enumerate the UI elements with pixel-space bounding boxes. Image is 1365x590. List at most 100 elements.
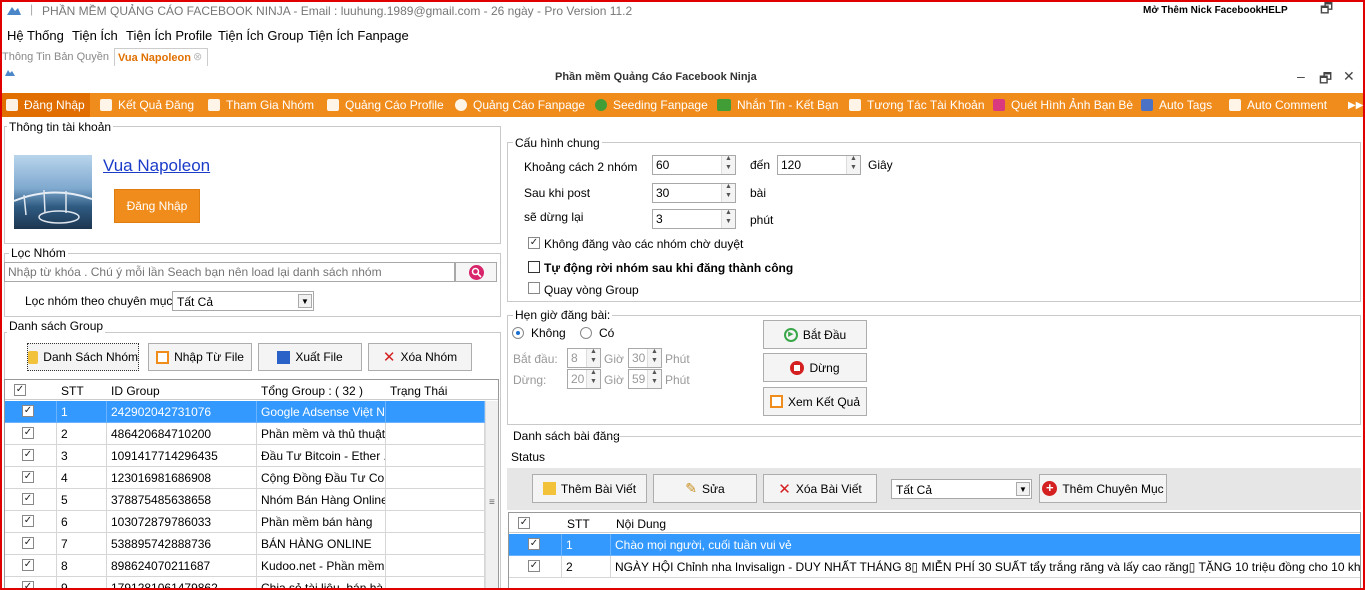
table-row[interactable]: ✓ 4 123016981686908 Cộng Đồng Đầu Tư Coin [5,467,485,489]
stepper-arrows-icon[interactable] [586,369,600,388]
post-category-select[interactable]: Tất Cả ▼ [891,479,1032,499]
nav-quet-hinh-anh[interactable]: Quét Hình Ảnh Bạn Bè [993,93,1133,117]
account-name-link[interactable]: Vua Napoleon [103,156,210,176]
row-checkbox[interactable]: ✓ [22,449,34,461]
stepper-arrows-icon[interactable] [721,155,735,174]
add-nick-link[interactable]: Mở Thêm Nick Facebook [1143,5,1261,16]
cell-id-group: 486420684710200 [107,423,257,445]
gap-from-stepper[interactable]: 60 [652,155,736,175]
row-checkbox[interactable]: ✓ [528,538,540,550]
posts-select-all-checkbox[interactable]: ✓ [518,517,530,529]
stepper-arrows-icon[interactable] [586,348,600,367]
row-checkbox[interactable]: ✓ [22,493,34,505]
menu-tien-ich-fanpage[interactable]: Tiện Ích Fanpage [308,28,409,43]
row-checkbox[interactable]: ✓ [22,405,34,417]
menu-he-thong[interactable]: Hệ Thống [7,28,64,43]
gap-to-stepper[interactable]: 120 [777,155,861,175]
row-checkbox[interactable]: ✓ [22,581,34,589]
row-checkbox[interactable]: ✓ [22,471,34,483]
start-minute-stepper[interactable]: 30 [628,348,662,368]
restore-icon[interactable]: 🗗 [1320,0,1333,22]
group-search-input[interactable] [4,262,455,282]
loop-group-checkbox[interactable] [528,282,540,294]
add-post-button[interactable]: Thêm Bài Viết [532,474,647,503]
nav-tuong-tac-tai-khoan[interactable]: Tương Tác Tài Khoản [849,93,985,117]
start-hour-stepper[interactable]: 8 [567,348,601,368]
nav-quang-cao-profile[interactable]: Quảng Cáo Profile [327,93,444,117]
pause-stepper[interactable]: 3 [652,209,736,229]
no-pending-checkbox[interactable]: ✓ [528,237,540,249]
category-filter-select[interactable]: Tất Cả ▼ [172,291,314,311]
nav-auto-comment[interactable]: Auto Comment [1229,93,1327,117]
group-table-scrollbar[interactable]: ≡ [485,401,498,589]
menu-tien-ich-profile[interactable]: Tiện Ích Profile [126,28,212,43]
view-results-button[interactable]: Xem Kết Quả [763,387,867,416]
nav-ket-qua-dang[interactable]: Kết Quả Đăng [100,93,194,117]
edit-post-button[interactable]: ✎ Sửa [653,474,757,503]
stop-minute-stepper[interactable]: 59 [628,369,662,389]
tab-vua-napoleon[interactable]: Vua Napoleon ⊗ [114,48,208,66]
row-checkbox[interactable]: ✓ [528,560,540,572]
stop-button[interactable]: Dừng [763,353,867,382]
table-row[interactable]: ✓ 1 Chào mọi người, cuối tuần vui vẻ [509,534,1360,556]
nav-nhan-tin-ket-ban[interactable]: Nhắn Tin - Kết Bạn [717,93,838,117]
table-row[interactable]: ✓ 6 103072879786033 Phần mềm bán hàng [5,511,485,533]
nav-auto-tags[interactable]: Auto Tags [1141,93,1212,117]
stepper-arrows-icon[interactable] [647,369,661,388]
feature-nav-bar: Đăng Nhập Kết Quả Đăng Tham Gia Nhóm Quả… [0,93,1365,117]
stepper-arrows-icon[interactable] [846,155,860,174]
nav-more-arrow[interactable]: ▶▶ [1348,93,1363,117]
close-window-icon[interactable]: ✕ [1343,68,1355,85]
table-row[interactable]: ✓ 1 242902042731076 Google Adsense Việt N..… [5,401,485,423]
chevron-down-icon[interactable]: ▼ [1016,482,1030,496]
search-button[interactable] [455,262,497,282]
table-row[interactable]: ✓ 3 1091417714296435 Đầu Tư Bitcoin - Ether… [5,445,485,467]
button-label: Xóa Bài Viết [795,481,862,496]
cell-stt: 3 [57,445,107,467]
nav-dang-nhap[interactable]: Đăng Nhập [0,93,90,117]
no-pending-label: Không đăng vào các nhóm chờ duyệt [544,237,744,251]
nav-tham-gia-nhom[interactable]: Tham Gia Nhóm [208,93,314,117]
group-list-legend: Danh sách Group [7,319,106,333]
stop-label: Dừng: [513,373,547,387]
group-list-button[interactable]: Danh Sách Nhóm [27,343,139,371]
row-checkbox[interactable]: ✓ [22,559,34,571]
help-link[interactable]: HELP [1261,5,1288,16]
row-checkbox[interactable]: ✓ [22,427,34,439]
nav-seeding-fanpage[interactable]: Seeding Fanpage [595,93,708,117]
row-checkbox[interactable]: ✓ [22,515,34,527]
delete-post-button[interactable]: ✕ Xóa Bài Viết [763,474,877,503]
menu-tien-ich-group[interactable]: Tiện Ích Group [218,28,304,43]
schedule-yes-radio[interactable] [580,327,592,339]
stepper-value: 30 [632,351,646,365]
tab-thong-tin-ban-quyen[interactable]: Thông Tin Bản Quyền [2,51,109,63]
table-row[interactable]: ✓ 7 538895742888736 BÁN HÀNG ONLINE [5,533,485,555]
menu-tien-ich[interactable]: Tiện Ích [72,28,118,43]
after-post-stepper[interactable]: 30 [652,183,736,203]
export-file-button[interactable]: Xuất File [258,343,362,371]
table-row[interactable]: ✓ 9 1791281061479862 Chia sẻ tài liệu, bán … [5,577,485,589]
row-checkbox[interactable]: ✓ [22,537,34,549]
maximize-icon[interactable]: 🗗 [1319,68,1332,92]
import-file-button[interactable]: Nhập Từ File [148,343,252,371]
delete-group-button[interactable]: ✕ Xóa Nhóm [368,343,472,371]
add-category-button[interactable]: + Thêm Chuyên Mục [1039,474,1167,503]
table-row[interactable]: ✓ 2 486420684710200 Phần mềm và thủ thuật..… [5,423,485,445]
stepper-arrows-icon[interactable] [647,348,661,367]
select-all-checkbox[interactable]: ✓ [14,384,26,396]
cell-status [386,489,485,511]
login-button[interactable]: Đăng Nhập [114,189,200,223]
auto-leave-checkbox[interactable] [528,261,540,273]
start-button[interactable]: ▶ Bắt Đầu [763,320,867,349]
stepper-arrows-icon[interactable] [721,183,735,202]
minimize-icon[interactable]: – [1297,68,1305,84]
table-row[interactable]: ✓ 8 898624070211687 Kudoo.net - Phần mềm ..… [5,555,485,577]
nav-quang-cao-fanpage[interactable]: Quảng Cáo Fanpage [455,93,585,117]
table-row[interactable]: ✓ 5 378875485638658 Nhóm Bán Hàng Online [5,489,485,511]
stop-hour-stepper[interactable]: 20 [567,369,601,389]
chevron-down-icon[interactable]: ▼ [298,294,312,308]
stepper-arrows-icon[interactable] [721,209,735,228]
schedule-no-radio[interactable] [512,327,524,339]
table-row[interactable]: ✓ 2 NGÀY HỘI Chỉnh nha Invisalign - DUY NH… [509,556,1360,578]
close-icon[interactable]: ⊗ [193,50,202,63]
